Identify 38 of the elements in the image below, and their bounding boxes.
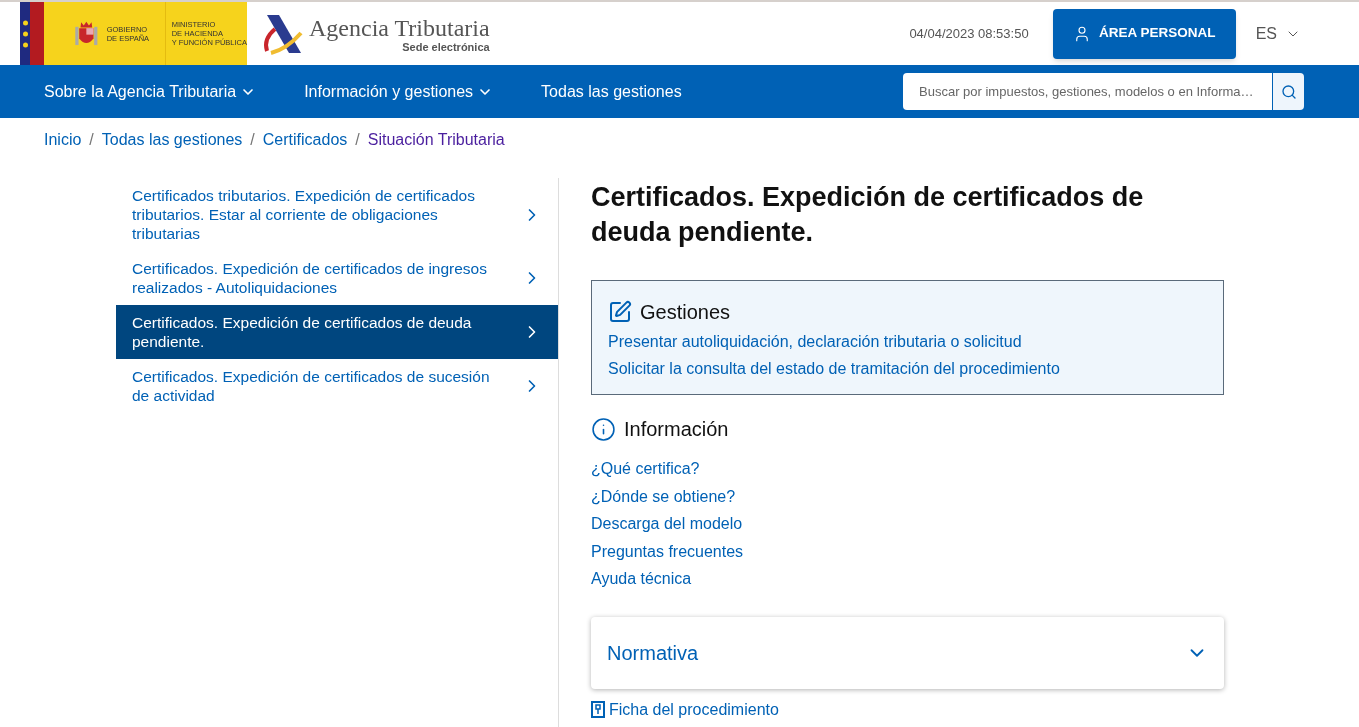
breadcrumb-link[interactable]: Situación Tributaria [367,127,505,152]
sidebar-item[interactable]: Certificados. Expedición de certificados de ingresos realizados - Autoliquidaciones [116,251,558,305]
gestion-link[interactable]: Presentar autoliquidación, declaración tributaria o solicitud [608,332,1022,351]
agency-logo[interactable]: Agencia Tributaria Sede electrónica [259,12,490,55]
nav-menu-item[interactable]: Sobre la Agencia Tributaria [44,79,257,104]
procedure-link[interactable]: Ficha del procedimiento [591,700,779,719]
gestion-link[interactable]: Solicitar la consulta del estado de tramitación del procedimiento [608,359,1060,378]
normativa-accordion[interactable]: Normativa [591,616,1224,689]
info-link[interactable]: Ayuda técnica [591,569,692,589]
nav-menu-item[interactable]: Todas las gestiones [541,79,682,104]
search-field[interactable]: Buscar por impuestos, gestiones, modelos o en Informa… [903,73,1272,110]
breadcrumb-link[interactable]: Inicio [44,127,82,152]
sidebar-item[interactable]: Certificados. Expedición de certificados de deuda pendiente. [116,305,558,359]
date-time: 04/04/2023 08:53:50 [909,24,1029,43]
nav-menu-item[interactable]: Información y gestiones [304,79,494,104]
breadcrumb-separator: / [89,129,94,150]
edit-icon [608,300,632,324]
breadcrumb-link[interactable]: Todas las gestiones [101,127,243,152]
sidebar-item[interactable]: Certificados. Expedición de certificados de sucesión de actividad [116,359,558,413]
info-link[interactable]: Preguntas frecuentes [591,541,744,561]
info-icon [591,416,616,442]
agency-subtitle: Sede electrónica [402,40,490,53]
agency-name: Agencia Tributaria [309,14,490,41]
document-icon [591,701,605,718]
language-selector[interactable]: ES [1255,21,1301,46]
info-link[interactable]: Descarga del modelo [591,514,743,534]
page-title: Certificados. Expedición de certificados de deuda pendiente. [591,181,1145,249]
info-link[interactable]: ¿Qué certifica? [591,459,700,479]
breadcrumb-separator: / [355,129,360,150]
search-button[interactable] [1272,73,1304,110]
breadcrumb-link[interactable]: Certificados [262,127,348,152]
sidebar-item[interactable]: Certificados tributarios. Expedición de certificados tributarios. Estar al corriente de obligaciones tributarias [116,178,558,251]
section-title: Gestiones [640,300,731,325]
search-icon [1280,83,1297,100]
section-title: Información [624,417,729,442]
personal-area-button[interactable]: ÁREA PERSONAL [1052,8,1236,59]
breadcrumb-separator: / [250,129,255,150]
info-link[interactable]: ¿Dónde se obtiene? [591,486,736,506]
